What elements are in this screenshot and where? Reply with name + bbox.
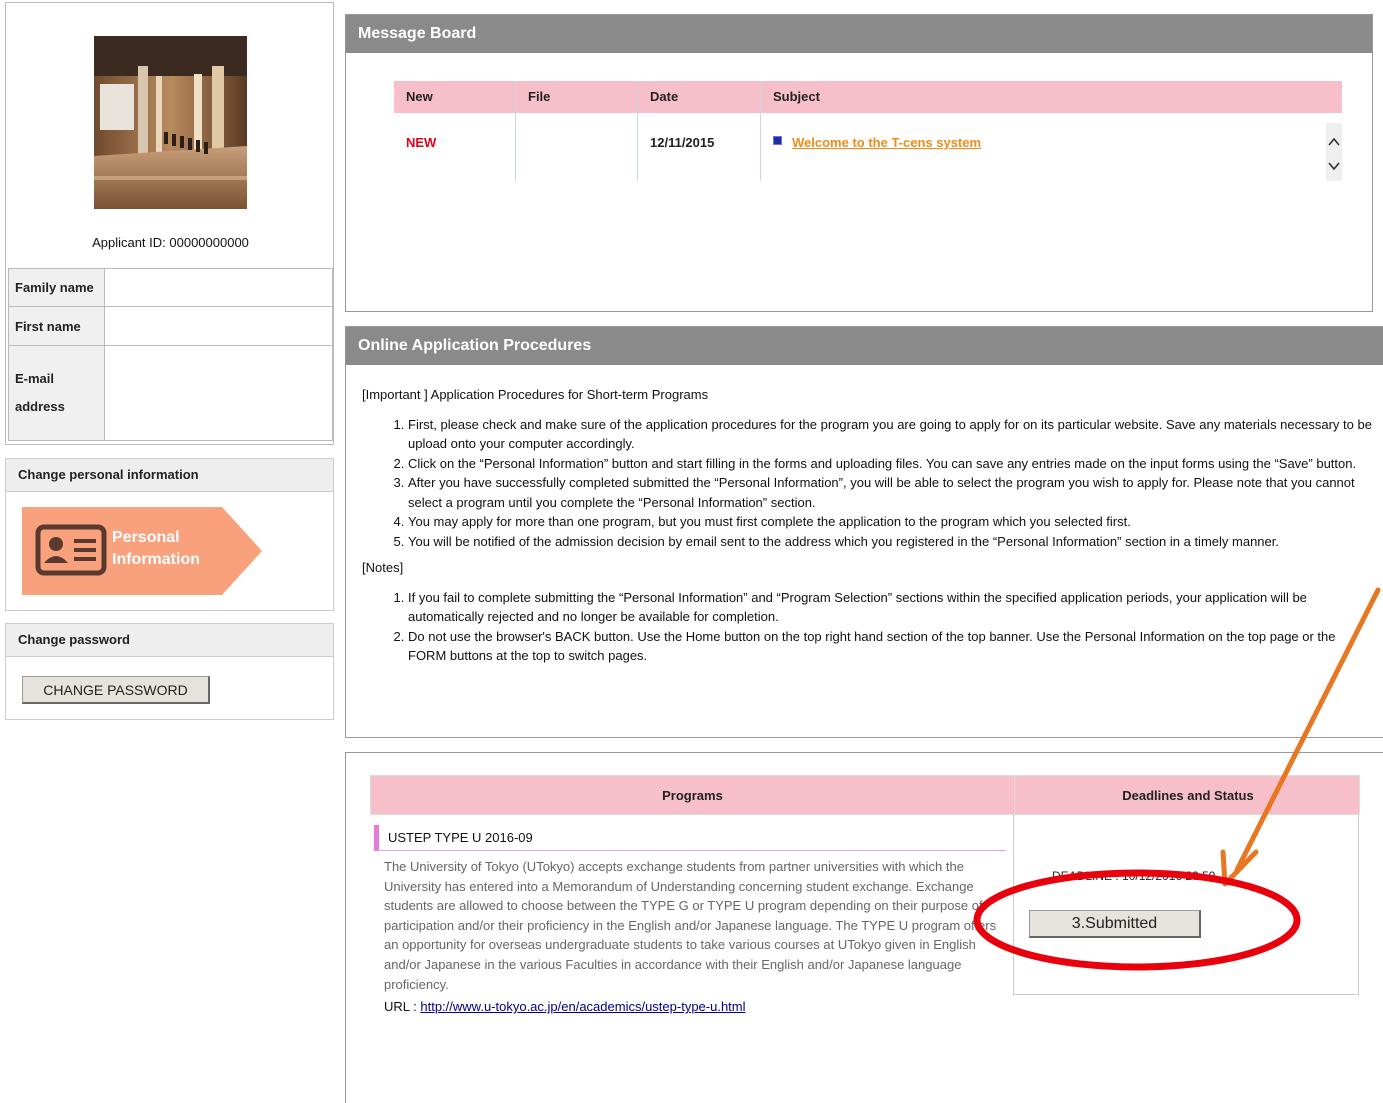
notes-title: [Notes]	[362, 560, 404, 575]
change-password-button[interactable]: CHANGE PASSWORD	[22, 676, 210, 704]
email-label: E-mail address	[8, 345, 105, 441]
programs-panel: Programs Deadlines and Status USTEP TYPE…	[345, 752, 1383, 1103]
col-header-file: File	[516, 81, 637, 113]
personal-information-button[interactable]: Personal Information	[22, 507, 264, 595]
deadline-status-cell: DEADLINE : 10/12/2016 23:59 3.Submitted	[1013, 815, 1359, 995]
message-subject-link[interactable]: Welcome to the T-cens system	[792, 135, 981, 150]
message-subject-cell: Welcome to the T-cens system	[761, 113, 1321, 181]
programs-table-header: Programs Deadlines and Status	[370, 775, 1360, 816]
change-password-heading: Change password	[6, 624, 333, 657]
message-file-cell	[516, 113, 637, 181]
procedure-step: After you have successfully completed su…	[408, 473, 1372, 512]
procedure-step: Click on the “Personal Information” butt…	[408, 454, 1372, 474]
message-table: New File Date Subject NEW 12/11/2015 Wel…	[394, 81, 1342, 181]
hall-photo-image	[94, 36, 247, 209]
message-board-title: Message Board	[346, 15, 1372, 53]
program-url-line: URL : http://www.u-tokyo.ac.jp/en/academ…	[384, 999, 746, 1014]
message-board-panel: Message Board New File Date Subject NEW …	[345, 14, 1373, 312]
submitted-status-button[interactable]: 3.Submitted	[1029, 910, 1201, 938]
change-personal-info-heading: Change personal information	[6, 459, 333, 492]
first-name-row: First name	[8, 306, 333, 346]
url-label: URL :	[384, 999, 421, 1014]
note-item: Do not use the browser's BACK button. Us…	[408, 627, 1372, 666]
col-header-subject: Subject	[761, 81, 1342, 113]
program-description: The University of Tokyo (UTokyo) accepts…	[384, 859, 997, 992]
note-item: If you fail to complete submitting the “…	[408, 588, 1372, 627]
bullet-square-icon	[773, 136, 782, 145]
program-name: USTEP TYPE U 2016-09	[374, 825, 1006, 851]
procedures-intro: [Important ] Application Procedures for …	[362, 387, 709, 402]
program-url-link[interactable]: http://www.u-tokyo.ac.jp/en/academics/us…	[420, 999, 745, 1014]
change-password-box: Change password CHANGE PASSWORD	[5, 623, 334, 720]
deadline-text: DEADLINE : 10/12/2016 23:59	[1052, 869, 1216, 883]
programs-column-header: Programs	[662, 788, 723, 803]
family-name-row: Family name	[8, 268, 333, 307]
first-name-label: First name	[8, 306, 105, 346]
procedure-step: You will be notified of the admission de…	[408, 532, 1372, 552]
applicant-id: Applicant ID: 00000000000	[92, 235, 249, 250]
scroll-up-icon	[1328, 137, 1340, 146]
procedure-step: You may apply for more than one program,…	[408, 512, 1372, 532]
online-application-procedures-panel: Online Application Procedures [Important…	[345, 326, 1383, 738]
new-badge: NEW	[406, 135, 437, 150]
family-name-label: Family name	[8, 268, 105, 307]
program-info-cell: USTEP TYPE U 2016-09 The University of T…	[370, 815, 1013, 1035]
procedure-step: First, please check and make sure of the…	[408, 415, 1372, 454]
col-header-date: Date	[638, 81, 760, 113]
email-row: E-mail address	[8, 345, 333, 441]
col-header-new: New	[394, 81, 515, 113]
procedures-title: Online Application Procedures	[346, 327, 1383, 365]
notes-list: If you fail to complete submitting the “…	[362, 588, 1372, 666]
scroll-down-icon	[1328, 162, 1340, 171]
first-name-value	[104, 306, 333, 346]
procedure-steps-list: First, please check and make sure of the…	[362, 415, 1372, 552]
applicant-info-table: Family name First name E-mail address	[8, 268, 333, 441]
family-name-value	[104, 268, 333, 307]
applicant-photo	[94, 36, 247, 209]
personal-information-label: Personal Information	[112, 529, 200, 568]
message-new-cell: NEW	[394, 113, 515, 181]
message-scrollbar[interactable]	[1326, 123, 1342, 181]
change-personal-info-box: Change personal information Personal Inf…	[5, 458, 334, 611]
applicant-profile-card: Applicant ID: 00000000000 Family name Fi…	[5, 2, 334, 445]
message-date-cell: 12/11/2015	[650, 135, 715, 150]
email-value	[104, 345, 333, 441]
deadlines-column-header: Deadlines and Status	[1122, 788, 1254, 803]
procedures-body: [Important ] Application Procedures for …	[362, 385, 1372, 666]
